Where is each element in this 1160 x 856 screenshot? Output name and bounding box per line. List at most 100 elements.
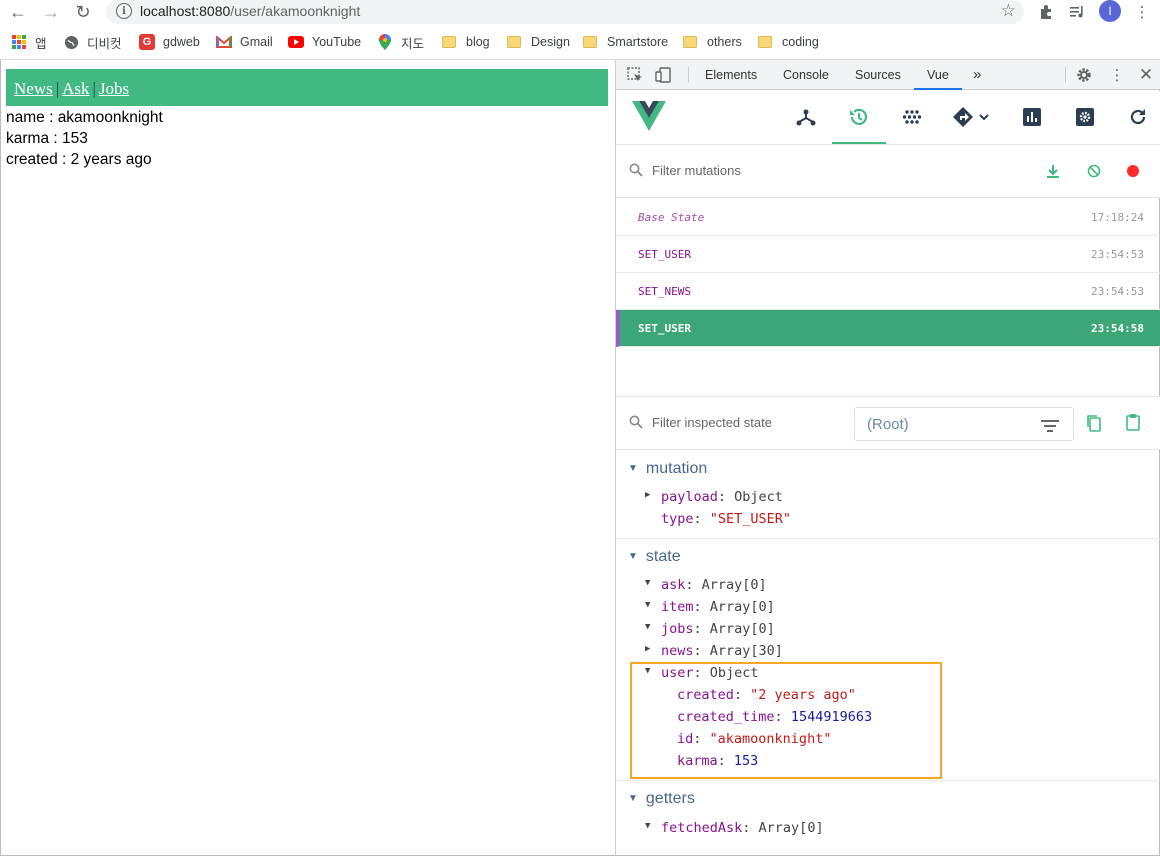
extensions-puzzle-icon[interactable] — [1036, 2, 1056, 22]
performance-chart-icon[interactable] — [1020, 105, 1044, 129]
mutation-item[interactable]: SET_NEWS 23:54:53 — [616, 273, 1160, 310]
devtools-tab-bar: Elements Console Sources Vue » ⋮ ✕ — [616, 60, 1160, 90]
devtools-menu-icon[interactable]: ⋮ — [1107, 65, 1127, 85]
folder-icon — [583, 36, 597, 48]
inspect-element-icon[interactable] — [625, 65, 645, 85]
folder-icon — [442, 36, 456, 48]
address-bar[interactable]: i localhost:8080/user/akamoonknight ☆ — [106, 0, 1024, 24]
section-divider — [616, 538, 1160, 539]
copy-state-icon[interactable] — [1086, 414, 1102, 435]
state-filter-input[interactable]: Filter inspected state — [652, 415, 772, 430]
record-icon[interactable] — [1125, 163, 1141, 182]
reload-icon[interactable]: ↻ — [72, 1, 94, 23]
tab-sources[interactable]: Sources — [855, 60, 901, 90]
caret-down-icon: ▼ — [628, 463, 638, 474]
state-row[interactable]: ▼ ask: Array[0] — [645, 577, 767, 593]
back-arrow-icon[interactable]: ← — [7, 1, 29, 23]
user-created-line: created : 2 years ago — [6, 151, 152, 168]
device-toolbar-icon[interactable] — [653, 65, 673, 85]
bookmark-star-icon[interactable]: ☆ — [1001, 1, 1016, 21]
caret-down-icon[interactable]: ▼ — [645, 600, 650, 610]
globe-icon — [63, 34, 79, 50]
caret-down-icon[interactable]: ▼ — [645, 821, 650, 831]
mutation-item-base-state[interactable]: Base State 17:18:24 — [616, 199, 1160, 236]
bookmark-maps[interactable]: 지도 — [377, 32, 424, 52]
state-row: type: "SET_USER" — [661, 511, 792, 527]
mutation-section-toggle[interactable]: ▼ mutation — [628, 460, 707, 478]
section-divider — [616, 780, 1160, 781]
events-dots-icon[interactable] — [900, 105, 924, 129]
gdweb-icon: G — [139, 34, 155, 50]
settings-gear-icon[interactable] — [1074, 65, 1094, 85]
root-module-select[interactable]: (Root) — [854, 407, 1074, 441]
bookmark-apps[interactable]: 앱 — [11, 32, 47, 52]
mutation-item[interactable]: SET_USER 23:54:53 — [616, 236, 1160, 273]
vue-logo-icon — [632, 101, 666, 134]
site-info-icon[interactable]: i — [116, 3, 132, 19]
caret-down-icon[interactable]: ▼ — [645, 622, 650, 632]
bookmark-dbcut[interactable]: 디비컷 — [63, 32, 122, 52]
vue-settings-icon[interactable] — [1073, 105, 1097, 129]
tab-console[interactable]: Console — [783, 60, 829, 90]
routing-dropdown-icon[interactable] — [952, 105, 992, 129]
state-section-toggle[interactable]: ▼ state — [628, 548, 681, 566]
folder-icon — [683, 36, 697, 48]
folder-icon — [758, 36, 772, 48]
browser-toolbar: ← → ↻ i localhost:8080/user/akamoonknigh… — [0, 0, 1160, 26]
close-devtools-icon[interactable]: ✕ — [1136, 65, 1156, 85]
state-filter-bar: Filter inspected state (Root) — [616, 397, 1160, 450]
state-row[interactable]: ▼ jobs: Array[0] — [645, 621, 775, 637]
forward-arrow-icon[interactable]: → — [40, 1, 62, 23]
active-tab-indicator — [832, 142, 886, 144]
tab-elements[interactable]: Elements — [705, 60, 757, 90]
bookmark-youtube[interactable]: YouTube — [288, 32, 361, 52]
refresh-icon[interactable] — [1126, 105, 1150, 129]
state-row[interactable]: ▼ item: Array[0] — [645, 599, 775, 615]
bookmark-others[interactable]: others — [683, 32, 742, 52]
getter-row[interactable]: ▼ fetchedAsk: Array[0] — [645, 820, 824, 836]
filter-lines-icon — [1041, 420, 1059, 432]
commit-all-download-icon[interactable] — [1045, 163, 1061, 182]
revert-all-block-icon[interactable] — [1086, 163, 1102, 182]
caret-right-icon[interactable]: ▶ — [645, 644, 650, 654]
apps-grid-icon — [11, 34, 27, 50]
site-header: News | Ask | Jobs — [6, 69, 608, 106]
nav-separator: | — [55, 79, 60, 98]
caret-down-icon[interactable]: ▼ — [645, 578, 650, 588]
nav-separator: | — [92, 79, 96, 98]
nav-link-jobs[interactable]: Jobs — [99, 79, 129, 98]
caret-down-icon: ▼ — [628, 793, 638, 804]
getters-section-toggle[interactable]: ▼ getters — [628, 790, 695, 808]
kebab-menu-icon[interactable]: ⋮ — [1132, 2, 1152, 22]
state-row[interactable]: ▶ payload: Object — [645, 489, 783, 505]
caret-right-icon[interactable]: ▶ — [645, 490, 650, 500]
vuex-history-icon[interactable] — [847, 105, 871, 129]
bookmark-coding[interactable]: coding — [758, 32, 819, 52]
mutation-item-selected[interactable]: SET_USER 23:54:58 — [616, 310, 1160, 347]
user-object-highlight — [630, 662, 942, 779]
nav-link-ask[interactable]: Ask — [62, 79, 89, 98]
components-tree-icon[interactable] — [794, 105, 818, 129]
bookmark-gdweb[interactable]: G gdweb — [139, 32, 200, 52]
url-text[interactable]: localhost:8080/user/akamoonknight — [140, 3, 360, 19]
mutation-filter-input[interactable]: Filter mutations — [652, 163, 741, 178]
youtube-icon — [288, 34, 304, 50]
devtools-panel: Elements Console Sources Vue » ⋮ ✕ Filte… — [615, 60, 1160, 856]
profile-avatar[interactable]: I — [1099, 0, 1121, 22]
caret-down-icon: ▼ — [628, 551, 638, 562]
nav-link-news[interactable]: News — [14, 79, 53, 98]
more-tabs-chevron-icon[interactable]: » — [973, 60, 981, 90]
folder-icon — [507, 36, 521, 48]
media-queue-icon[interactable] — [1067, 2, 1087, 22]
maps-pin-icon — [377, 34, 393, 50]
tab-vue[interactable]: Vue — [914, 60, 962, 90]
paste-state-clipboard-icon[interactable] — [1125, 413, 1141, 434]
bookmark-gmail[interactable]: Gmail — [216, 32, 273, 52]
state-row[interactable]: ▶ news: Array[30] — [645, 643, 783, 659]
bookmark-design[interactable]: Design — [507, 32, 570, 52]
bookmark-smartstore[interactable]: Smartstore — [583, 32, 668, 52]
bookmark-blog[interactable]: blog — [442, 32, 490, 52]
page-viewport: News | Ask | Jobs name : akamoonknight karma… — [0, 60, 615, 856]
bookmarks-bar: 앱 디비컷 G gdweb Gmail YouTube 지도 blog Desi… — [0, 28, 1160, 56]
user-karma-line: karma : 153 — [6, 130, 88, 147]
